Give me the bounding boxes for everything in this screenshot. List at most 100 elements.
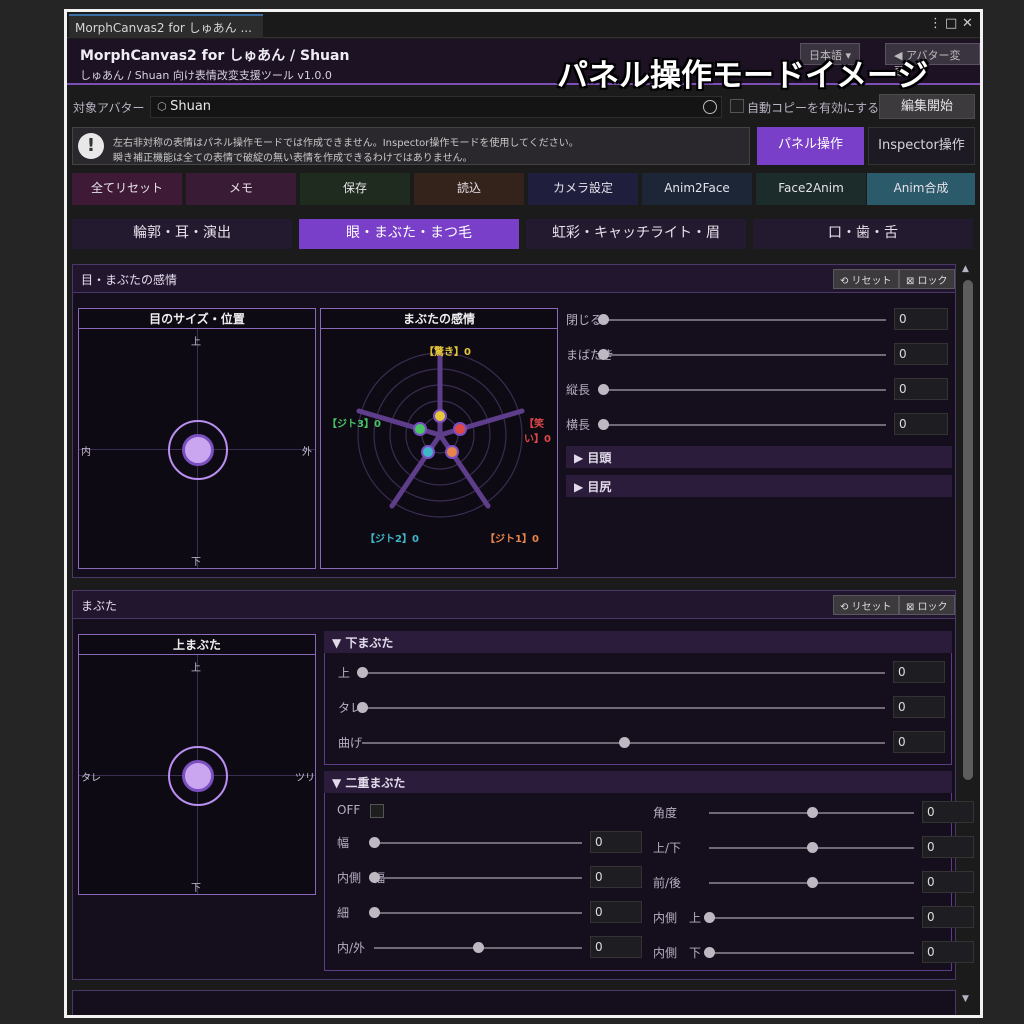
slider-thumb[interactable] <box>598 384 609 395</box>
slider-thumb[interactable] <box>704 912 715 923</box>
upper-eyelid-pad[interactable]: 上まぶた 上 下 タレ ツリ <box>78 634 316 895</box>
slider-track[interactable] <box>603 389 886 391</box>
pad-knob[interactable] <box>182 760 214 792</box>
face2anim-button[interactable]: Face2Anim <box>756 173 866 205</box>
inspector-mode-button[interactable]: Inspector操作 <box>868 127 975 165</box>
load-button[interactable]: 読込 <box>414 173 524 205</box>
slider-row: 上/下 0 <box>653 836 976 860</box>
maximize-icon[interactable]: □ <box>945 16 957 31</box>
jito2-handle[interactable] <box>421 445 435 459</box>
slider-value-field[interactable]: 0 <box>590 866 642 888</box>
more-icon[interactable]: ⋮ <box>929 16 942 31</box>
autocopy-checkbox[interactable] <box>730 99 744 113</box>
slider-value-field[interactable]: 0 <box>893 661 945 683</box>
camera-settings-button[interactable]: カメラ設定 <box>528 173 638 205</box>
slider-thumb[interactable] <box>473 942 484 953</box>
slider-thumb[interactable] <box>618 737 630 748</box>
laugh-handle[interactable] <box>453 422 467 436</box>
slider-thumb[interactable] <box>598 314 609 325</box>
slider-value-field[interactable]: 0 <box>922 906 974 928</box>
slider-track[interactable] <box>362 672 885 674</box>
slider-track[interactable] <box>374 912 582 914</box>
slider-thumb[interactable] <box>598 419 609 430</box>
pad-knob[interactable] <box>182 434 214 466</box>
warning-box: ! 左右非対称の表情はパネル操作モードでは作成できません。Inspector操作… <box>72 127 750 165</box>
panel-mode-button[interactable]: パネル操作 <box>757 127 864 165</box>
cube-icon: ⬡ <box>157 100 171 113</box>
lower-eyelid-header[interactable]: ▼ 下まぶた <box>324 631 952 653</box>
slider-row: 曲げ 0 <box>338 731 947 755</box>
save-button[interactable]: 保存 <box>300 173 410 205</box>
slider-track[interactable] <box>362 707 885 709</box>
avatar-field[interactable]: ⬡ Shuan <box>150 96 722 118</box>
surprise-handle[interactable] <box>433 409 447 423</box>
autocopy-label: 自動コピーを有効にする <box>747 101 880 115</box>
slider-track[interactable] <box>603 319 886 321</box>
category-tab-outline[interactable]: 輪郭・耳・演出 <box>72 219 292 249</box>
slider-value-field[interactable]: 0 <box>894 343 948 365</box>
double-eyelid-toggle[interactable] <box>370 804 384 818</box>
mode-image-caption: パネル操作モードイメージ <box>557 58 929 94</box>
slider-value-field[interactable]: 0 <box>893 696 945 718</box>
anim2face-button[interactable]: Anim2Face <box>642 173 752 205</box>
scroll-down-icon[interactable]: ▼ <box>962 994 969 1004</box>
slider-track[interactable] <box>603 354 886 356</box>
reset-button[interactable]: ⟲ リセット <box>833 269 899 289</box>
slider-value-field[interactable]: 0 <box>894 378 948 400</box>
close-icon[interactable]: ✕ <box>962 16 973 31</box>
category-tab-mouth[interactable]: 口・歯・舌 <box>753 219 973 249</box>
eyelid-emotion-radar[interactable]: まぶたの感情 【驚き】0 【笑い】0 【ジト1】0 【ジト2】0 【ジト3】0 <box>320 308 558 569</box>
slider-thumb[interactable] <box>357 702 368 713</box>
eye-size-pad[interactable]: 目のサイズ・位置 上 下 内 外 <box>78 308 316 569</box>
memo-button[interactable]: メモ <box>186 173 296 205</box>
slider-row: 内側 下 0 <box>653 941 976 965</box>
radar-label-laugh: 【笑い】0 <box>524 419 551 445</box>
fold-outer-corner[interactable]: ▶ 目尻 <box>566 475 952 497</box>
off-label: OFF <box>337 803 361 817</box>
lock-button[interactable]: ⊠ ロック <box>899 269 955 289</box>
reset-all-button[interactable]: 全てリセット <box>72 173 182 205</box>
slider-thumb[interactable] <box>369 907 380 918</box>
slider-thumb[interactable] <box>369 837 380 848</box>
slider-value-field[interactable]: 0 <box>894 413 948 435</box>
scroll-up-icon[interactable]: ▲ <box>962 264 969 274</box>
jito3-handle[interactable] <box>413 422 427 436</box>
jito1-handle[interactable] <box>445 445 459 459</box>
slider-thumb[interactable] <box>598 349 609 360</box>
slider-track[interactable] <box>709 917 914 919</box>
slider-value-field[interactable]: 0 <box>590 901 642 923</box>
category-tab-eyes[interactable]: 眼・まぶた・まつ毛 <box>299 219 519 249</box>
slider-value-field[interactable]: 0 <box>894 308 948 330</box>
slider-thumb[interactable] <box>806 877 818 888</box>
slider-track[interactable] <box>374 842 582 844</box>
slider-row: 縦長 0 <box>566 378 950 402</box>
pad-left-label: 内 <box>81 447 91 458</box>
category-tab-iris[interactable]: 虹彩・キャッチライト・眉 <box>526 219 746 249</box>
slider-value-field[interactable]: 0 <box>922 871 974 893</box>
slider-value-field[interactable]: 0 <box>922 801 974 823</box>
slider-thumb[interactable] <box>806 842 818 853</box>
edit-start-button[interactable]: 編集開始 <box>879 94 975 119</box>
slider-thumb[interactable] <box>704 947 715 958</box>
anim-merge-button[interactable]: Anim合成 <box>867 173 975 205</box>
slider-track[interactable] <box>603 424 886 426</box>
slider-value-field[interactable]: 0 <box>590 936 642 958</box>
fold-inner-corner[interactable]: ▶ 目頭 <box>566 446 952 468</box>
slider-track[interactable] <box>374 877 582 879</box>
slider-row: 幅0 <box>337 831 644 855</box>
scrollbar-thumb[interactable] <box>963 280 973 780</box>
slider-thumb[interactable] <box>806 807 818 818</box>
slider-track[interactable] <box>709 952 914 954</box>
slider-value-field[interactable]: 0 <box>922 941 974 963</box>
slider-value-field[interactable]: 0 <box>590 831 642 853</box>
window-tab[interactable]: MorphCanvas2 for しゅあん ... <box>69 14 263 38</box>
object-picker-icon[interactable] <box>703 100 717 114</box>
slider-thumb[interactable] <box>369 872 380 883</box>
double-eyelid-header[interactable]: ▼ 二重まぶた <box>324 771 952 793</box>
slider-value-field[interactable]: 0 <box>922 836 974 858</box>
reset-button[interactable]: ⟲ リセット <box>833 595 899 615</box>
slider-thumb[interactable] <box>357 667 368 678</box>
slider-value-field[interactable]: 0 <box>893 731 945 753</box>
radar-title: まぶたの感情 <box>321 309 557 329</box>
lock-button[interactable]: ⊠ ロック <box>899 595 955 615</box>
